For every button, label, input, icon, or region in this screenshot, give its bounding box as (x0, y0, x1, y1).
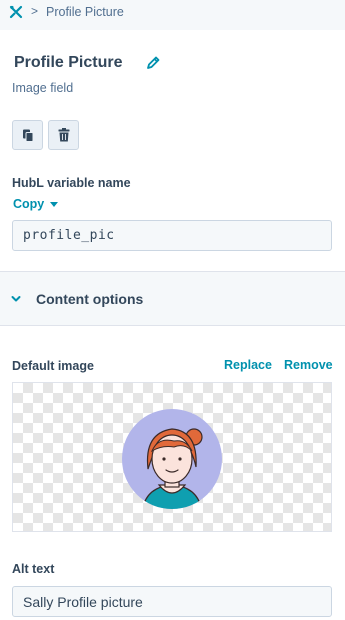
default-image-label: Default image (12, 359, 94, 373)
content-options-section[interactable]: Content options (0, 271, 345, 326)
field-type-label: Image field (12, 81, 74, 95)
hubl-variable-input[interactable]: profile_pic (12, 220, 332, 251)
alt-text-input[interactable]: Sally Profile picture (12, 586, 332, 617)
alt-text-label: Alt text (12, 562, 55, 576)
default-image-preview[interactable] (12, 382, 332, 532)
chevron-down-icon (11, 296, 21, 302)
breadcrumb-separator: > (31, 4, 39, 18)
breadcrumb-current: Profile Picture (46, 5, 124, 19)
remove-image-link[interactable]: Remove (284, 358, 333, 372)
copy-field-button[interactable] (12, 120, 43, 150)
replace-image-link[interactable]: Replace (224, 358, 272, 372)
avatar-image (122, 409, 222, 509)
content-options-title: Content options (36, 291, 144, 307)
clone-icon (22, 129, 33, 142)
hubl-variable-label: HubL variable name (12, 176, 131, 190)
delete-field-button[interactable] (48, 120, 79, 150)
breadcrumb-bar: > Profile Picture (0, 0, 345, 30)
trash-icon (58, 128, 69, 142)
copy-dropdown-label: Copy (13, 197, 45, 211)
copy-dropdown[interactable]: Copy (13, 197, 59, 211)
pencil-icon[interactable] (145, 55, 161, 71)
caret-down-icon (50, 201, 59, 207)
field-title: Profile Picture (14, 54, 123, 71)
tools-icon[interactable] (8, 4, 24, 20)
